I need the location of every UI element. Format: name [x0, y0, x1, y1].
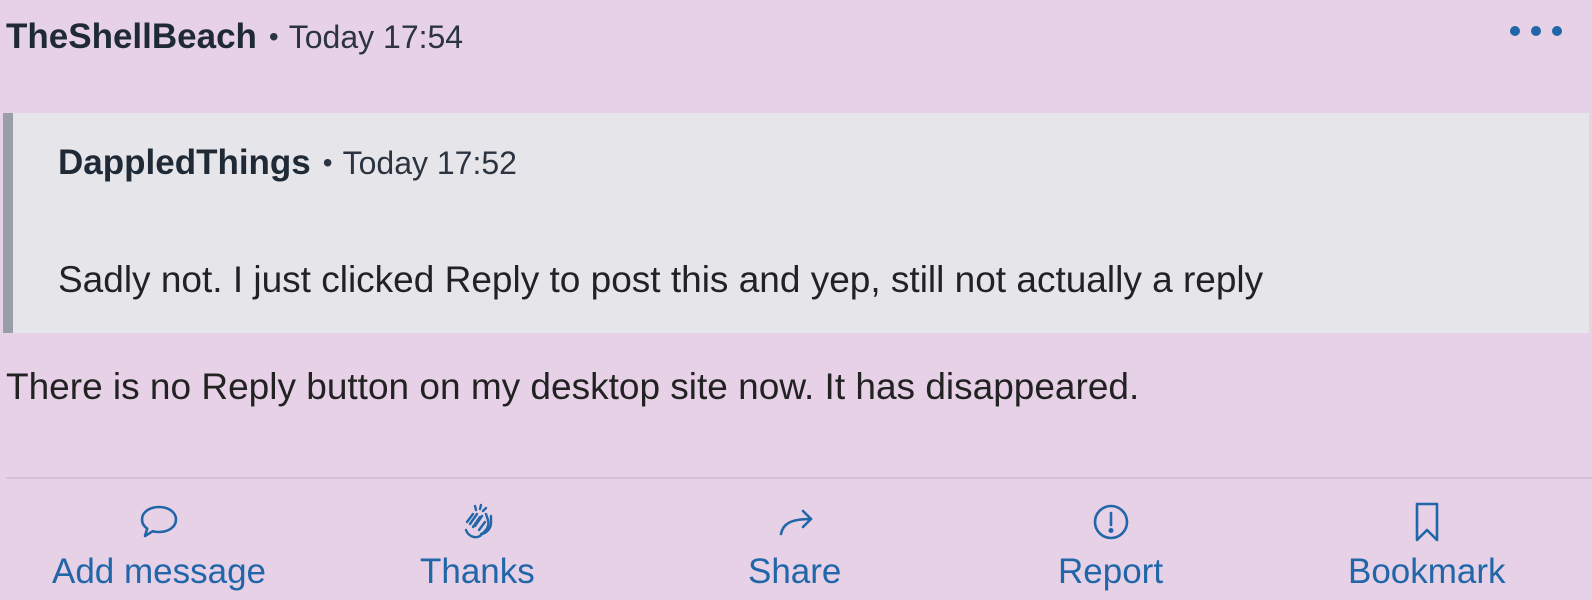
actions-divider	[6, 477, 1592, 479]
post-timestamp[interactable]: Today 17:54	[289, 19, 463, 56]
add-message-label: Add message	[52, 552, 267, 591]
post-card: TheShellBeach • Today 17:54 DappledThing…	[0, 0, 1592, 600]
bookmark-button[interactable]: Bookmark	[1348, 500, 1506, 592]
post-header-separator: •	[268, 21, 279, 52]
exclamation-circle-icon	[1089, 500, 1133, 544]
quote-header: DappledThings • Today 17:52	[58, 143, 517, 183]
report-button[interactable]: Report	[1058, 500, 1163, 592]
ellipsis-icon	[1510, 26, 1520, 36]
share-arrow-icon	[773, 500, 817, 544]
quote-timestamp: Today 17:52	[342, 144, 517, 181]
more-options-button[interactable]	[1510, 16, 1562, 46]
share-label: Share	[748, 552, 842, 591]
post-actions-bar: Add message Thanks Share Report Bookmark	[0, 500, 1592, 600]
thanks-button[interactable]: Thanks	[420, 500, 535, 592]
post-body: There is no Reply button on my desktop s…	[6, 366, 1140, 407]
quote-text: Sadly not. I just clicked Reply to post …	[58, 259, 1264, 300]
post-author[interactable]: TheShellBeach	[6, 17, 257, 57]
ellipsis-icon	[1552, 26, 1562, 36]
post-header: TheShellBeach • Today 17:54	[6, 12, 463, 62]
speech-bubble-icon	[137, 500, 181, 544]
clapping-hands-icon	[455, 500, 499, 544]
quoted-message[interactable]: DappledThings • Today 17:52 Sadly not. I…	[3, 113, 1589, 333]
report-label: Report	[1058, 552, 1164, 591]
bookmark-icon	[1405, 500, 1449, 544]
share-button[interactable]: Share	[748, 500, 841, 592]
quote-header-separator: •	[322, 147, 333, 178]
thanks-label: Thanks	[420, 552, 535, 591]
quote-author[interactable]: DappledThings	[58, 143, 311, 183]
add-message-button[interactable]: Add message	[52, 500, 266, 592]
ellipsis-icon	[1531, 26, 1541, 36]
bookmark-label: Bookmark	[1348, 552, 1506, 591]
